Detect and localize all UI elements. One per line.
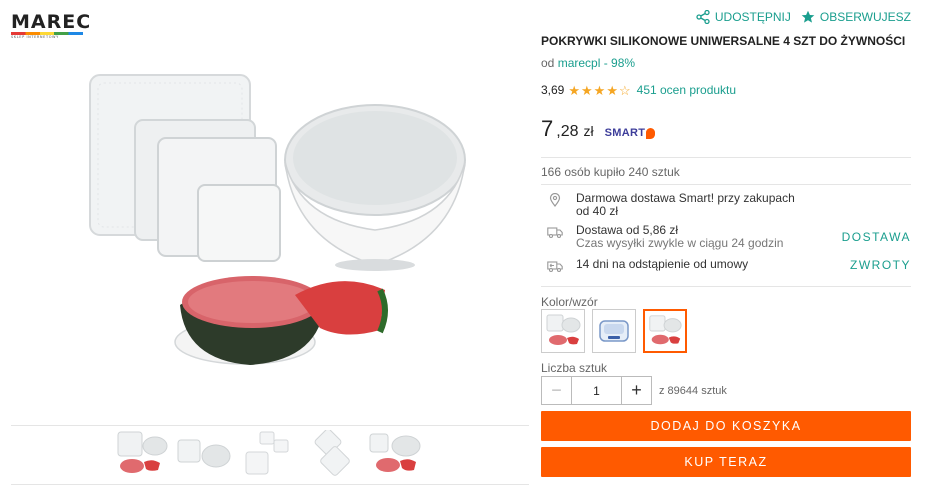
- quantity-stepper: − 1 + z 89644 sztuk: [541, 376, 727, 405]
- thumbnail-4[interactable]: [302, 430, 360, 476]
- quantity-input[interactable]: 1: [572, 376, 621, 405]
- rating-count-link[interactable]: 451 ocen produktu: [637, 83, 736, 97]
- price-currency: zł: [583, 123, 594, 139]
- variant-1-image: [546, 314, 581, 345]
- buy-now-button[interactable]: KUP TERAZ: [541, 447, 911, 477]
- shop-logo[interactable]: MAREC SKLEP INTERNETOWY: [11, 11, 92, 39]
- seller-info: od marecpl - 98%: [541, 56, 635, 70]
- logo-text: MAREC: [11, 11, 92, 33]
- product-title: POKRYWKI SILIKONOWE UNIWERSALNE 4 SZT DO…: [541, 34, 906, 48]
- variant-option-2[interactable]: [592, 309, 636, 353]
- thumbnail-2[interactable]: [174, 430, 232, 476]
- watch-label: OBSERWUJESZ: [819, 10, 911, 24]
- divider: [541, 157, 911, 158]
- divider: [541, 286, 911, 287]
- divider: [541, 184, 911, 185]
- variant-2-image: [599, 320, 629, 342]
- thumbnail-5[interactable]: [366, 430, 424, 476]
- variant-option-3[interactable]: [643, 309, 687, 353]
- stock-text: z 89644 sztuk: [659, 384, 727, 397]
- thumbnail-3[interactable]: [238, 430, 296, 476]
- variant-picker: [541, 309, 687, 353]
- smart-label: SMART: [604, 127, 646, 139]
- price: 7,28 zł SMART: [541, 116, 656, 142]
- variant-option-1[interactable]: [541, 309, 585, 353]
- header-actions: UDOSTĘPNIJ OBSERWUJESZ: [696, 10, 911, 24]
- variant-3-image: [649, 315, 682, 345]
- delivery-link[interactable]: DOSTAWA: [842, 230, 911, 244]
- purchase-count: 166 osób kupiło 240 sztuk: [541, 165, 680, 179]
- add-to-cart-button[interactable]: DODAJ DO KOSZYKA: [541, 411, 911, 441]
- share-label: UDOSTĘPNIJ: [714, 10, 791, 24]
- quantity-label: Liczba sztuk: [541, 361, 608, 375]
- rating-value: 3,69: [541, 83, 565, 97]
- returns-text: 14 dni na odstąpienie od umowy: [576, 258, 748, 271]
- free-shipping-line2: od 40 zł: [576, 204, 619, 218]
- rating-stars: ★ ★ ★ ★ ☆: [568, 84, 630, 97]
- truck-icon: [547, 227, 563, 239]
- variant-label: Kolor/wzór: [541, 295, 598, 309]
- returns-line: 14 dni na odstąpienie od umowy: [576, 257, 749, 271]
- share-button[interactable]: UDOSTĘPNIJ: [696, 10, 791, 24]
- gallery-divider-bottom: [11, 484, 529, 485]
- return-truck-icon: [547, 261, 563, 273]
- star-filled-icon: ★: [568, 82, 581, 98]
- quantity-decrease-button[interactable]: −: [541, 376, 572, 405]
- star-filled-icon: ★: [606, 82, 618, 98]
- quantity-increase-button[interactable]: +: [621, 376, 652, 405]
- star-filled-icon: ★: [581, 82, 593, 98]
- delivery-row: Dostawa od 5,86 zł Czas wysyłki zwykle w…: [541, 224, 911, 250]
- share-icon: [696, 10, 710, 24]
- star-filled-icon: ★: [593, 82, 606, 98]
- star-filled-icon: [801, 10, 815, 23]
- delivery-line2: Czas wysyłki zwykle w ciągu 24 godzin: [576, 236, 784, 250]
- image-thumbnails: [110, 430, 430, 478]
- price-decimal: ,28: [556, 123, 579, 140]
- returns-link[interactable]: ZWROTY: [850, 258, 911, 272]
- free-shipping-text: Darmowa dostawa Smart! przy zakupach od …: [576, 192, 795, 218]
- delivery-text: Dostawa od 5,86 zł Czas wysyłki zwykle w…: [576, 224, 783, 250]
- star-empty-icon: ☆: [618, 82, 631, 98]
- price-integer: 7: [541, 116, 554, 141]
- seller-link[interactable]: marecpl - 98%: [558, 56, 635, 70]
- seller-prefix: od: [541, 56, 555, 70]
- smart-badge[interactable]: SMART: [605, 127, 656, 139]
- product-rating: 3,69 ★ ★ ★ ★ ☆ 451 ocen produktu: [541, 83, 736, 97]
- location-pin-icon: [549, 193, 561, 207]
- thumbnail-1[interactable]: [110, 430, 168, 476]
- product-main-image[interactable]: [80, 70, 470, 390]
- gallery-divider-top: [11, 425, 529, 426]
- watch-button[interactable]: OBSERWUJESZ: [801, 10, 911, 24]
- free-shipping-row: Darmowa dostawa Smart! przy zakupach od …: [541, 192, 911, 218]
- returns-row: 14 dni na odstąpienie od umowy ZWROTY: [541, 258, 911, 274]
- logo-tagline: SKLEP INTERNETOWY: [11, 35, 59, 39]
- smart-pin-icon: [646, 127, 656, 139]
